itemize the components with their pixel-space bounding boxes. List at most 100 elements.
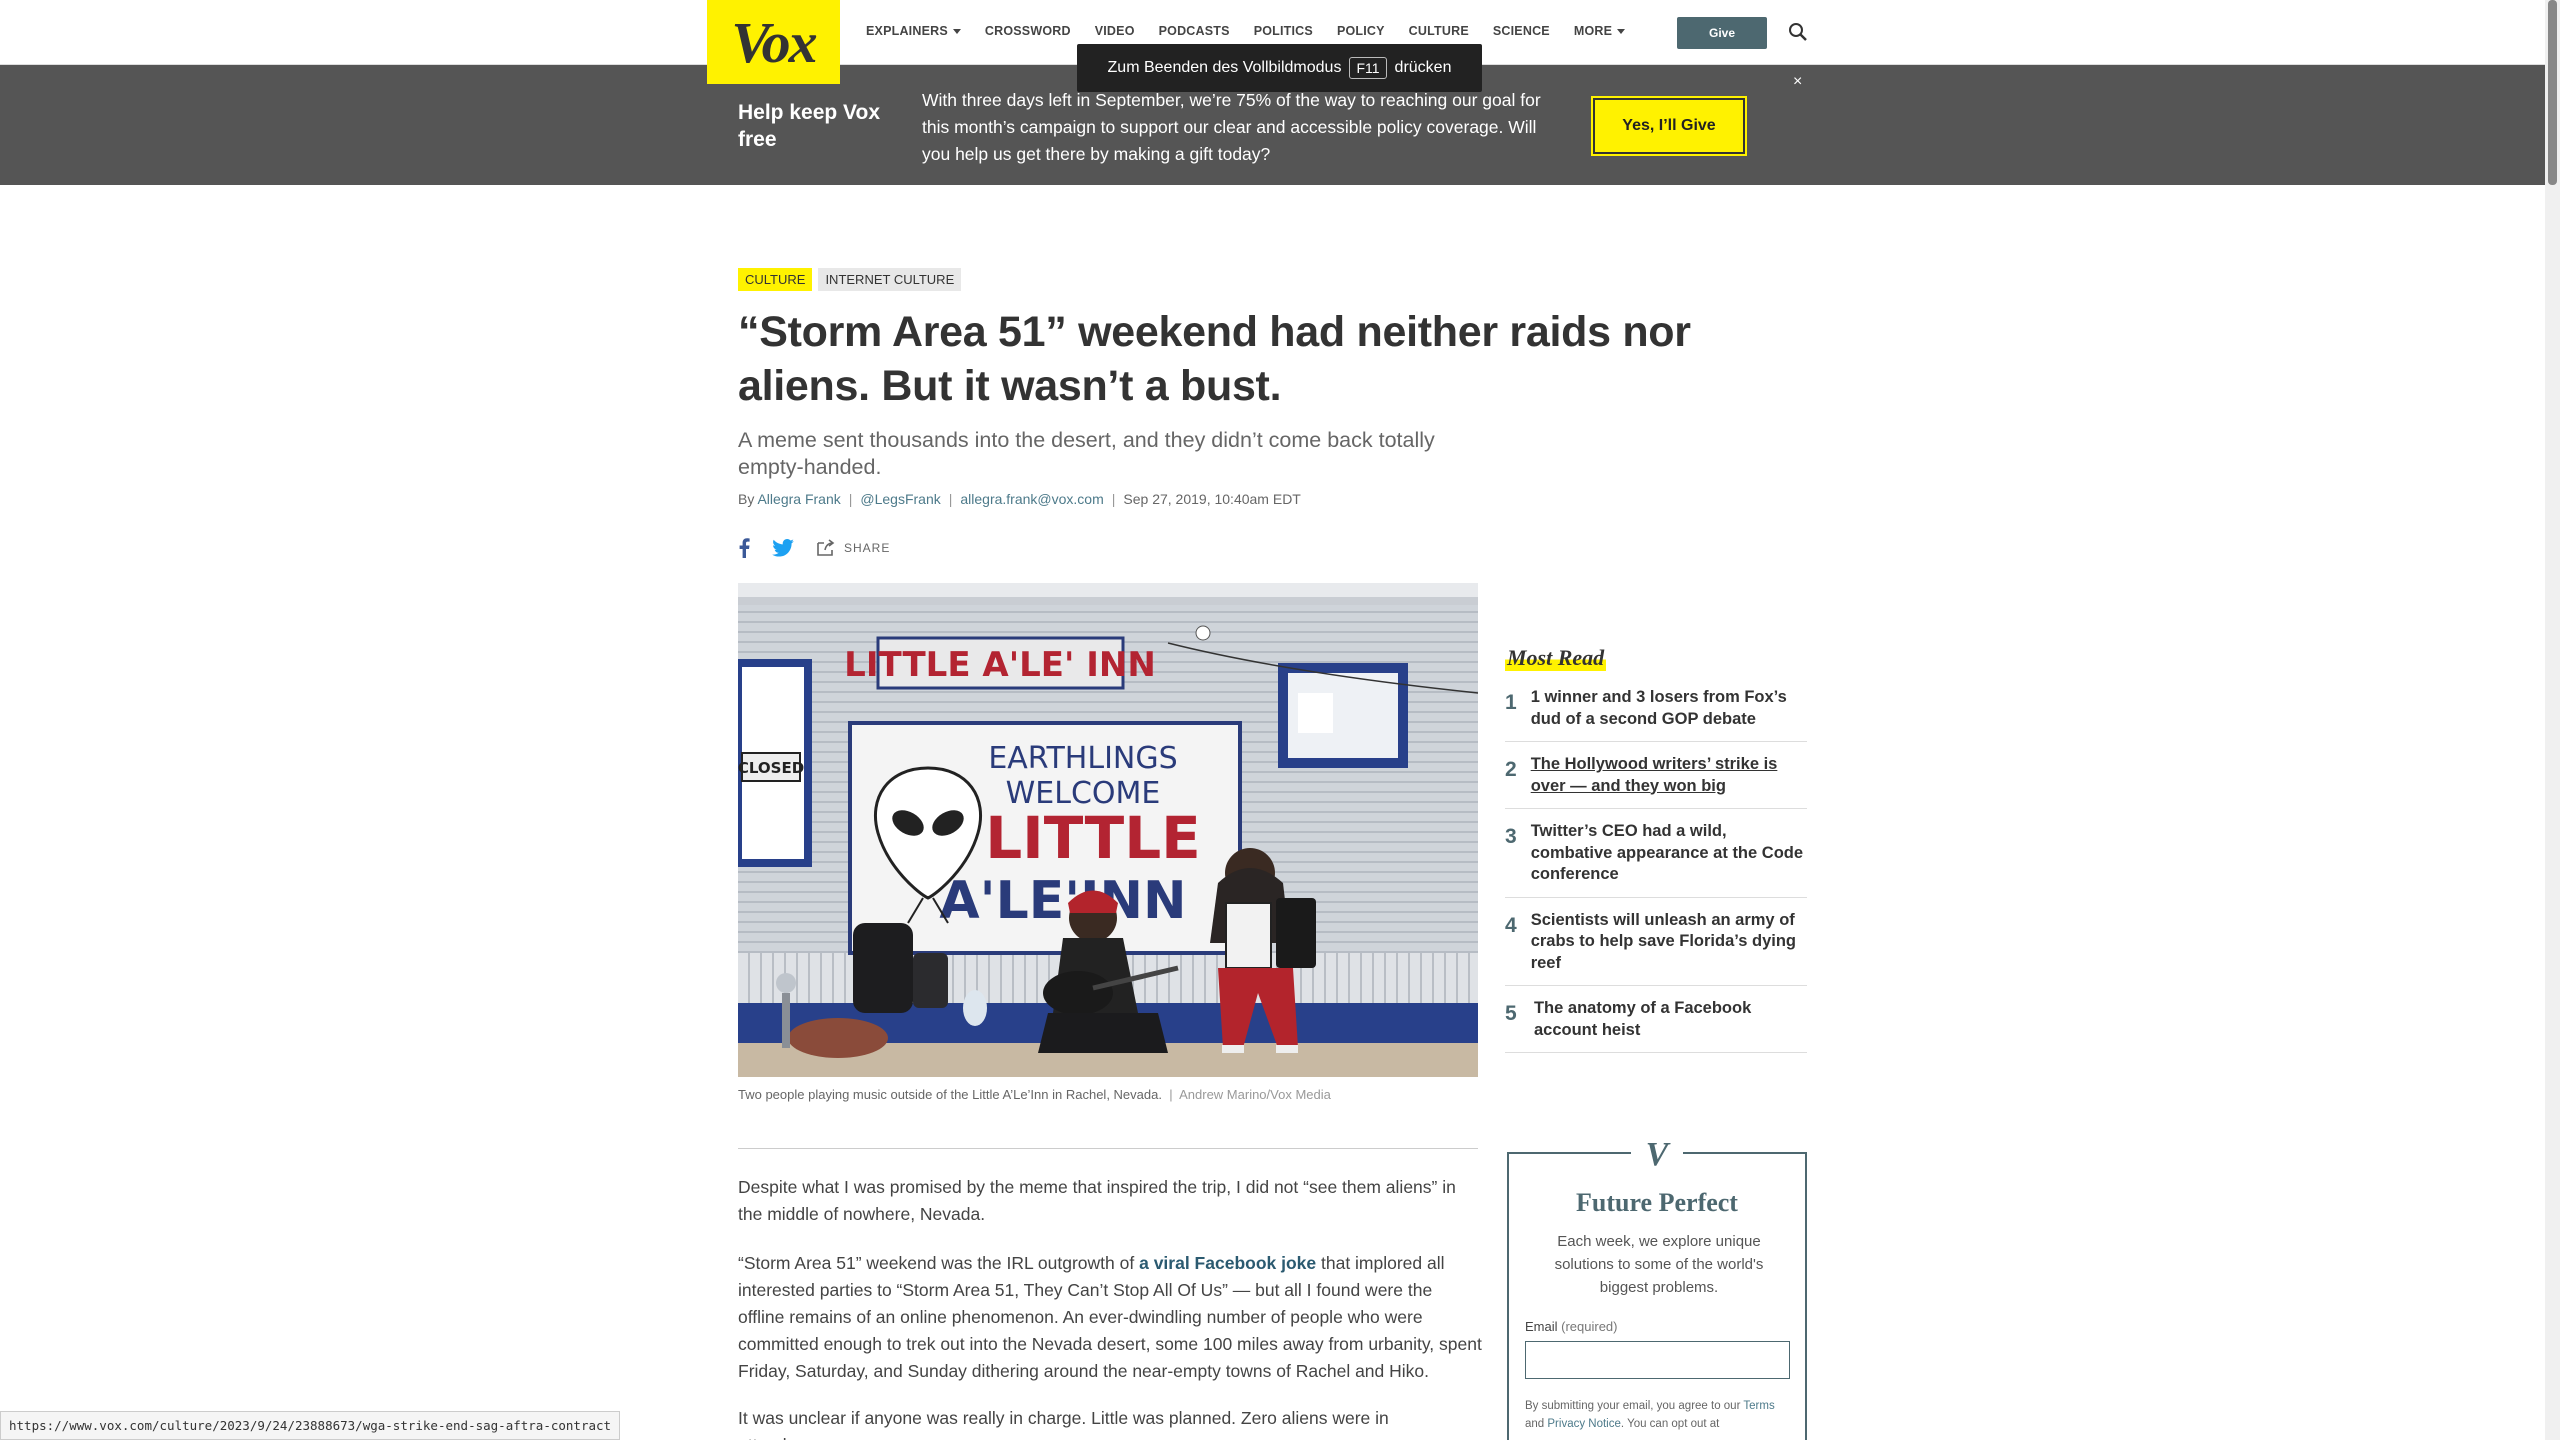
email-input[interactable] (1525, 1341, 1790, 1379)
newsletter-fineprint: By submitting your email, you agree to o… (1525, 1397, 1793, 1433)
share-row: SHARE (738, 538, 890, 558)
hero-photo: LITTLE A'LE' INN CLOSED EARTHLINGS WELCO… (738, 583, 1478, 1077)
tag-culture[interactable]: CULTURE (738, 268, 813, 291)
author-email-link[interactable]: allegra.frank@vox.com (960, 491, 1103, 507)
most-read-number: 4 (1505, 913, 1517, 937)
sign-top-text: LITTLE A'LE' INN (844, 645, 1156, 685)
caption-separator: | (1165, 1087, 1177, 1102)
share-label: SHARE (844, 541, 891, 555)
nav-item-podcasts[interactable]: PODCASTS (1159, 24, 1230, 38)
caption-credit: Andrew Marino/Vox Media (1179, 1087, 1331, 1102)
logo-text: Vox (731, 9, 817, 75)
terms-link[interactable]: Terms (1743, 1400, 1774, 1412)
image-caption: Two people playing music outside of the … (738, 1087, 1331, 1102)
nav-item-explainers[interactable]: EXPLAINERS (866, 24, 961, 38)
viral-facebook-joke-link[interactable]: a viral Facebook joke (1139, 1253, 1316, 1273)
nav-item-politics[interactable]: POLITICS (1254, 24, 1313, 38)
most-read-title: Most Read (1505, 645, 1607, 671)
vox-v-logo: V (1631, 1136, 1683, 1173)
article-dek: A meme sent thousands into the desert, a… (738, 428, 1435, 479)
most-read-number: 1 (1505, 691, 1517, 714)
article-divider (738, 1148, 1478, 1149)
p2-before: “Storm Area 51” weekend was the IRL outg… (738, 1253, 1140, 1273)
article-headline: “Storm Area 51” weekend had neither raid… (738, 308, 1691, 410)
nav-item-label: SCIENCE (1492, 24, 1550, 38)
publish-date: Sep 27, 2019, 10:40am EDT (1123, 491, 1301, 507)
newsletter-description: Each week, we explore unique solutions t… (1554, 1233, 1764, 1296)
search-icon[interactable] (1788, 22, 1808, 42)
hero-image: LITTLE A'LE' INN CLOSED EARTHLINGS WELCO… (738, 583, 1478, 1077)
paragraph-3: It was unclear if anyone was really in c… (738, 1408, 1389, 1440)
most-read-list: 1 1 winner and 3 losers from Fox’s dud of… (1505, 675, 1807, 1053)
sign-line3: LITTLE (985, 804, 1201, 872)
required-text: (required) (1561, 1319, 1618, 1334)
fine-c: . You can opt out at (1620, 1418, 1720, 1430)
give-button[interactable]: Give (1677, 17, 1767, 49)
closed-sign-text: CLOSED (738, 759, 804, 777)
yes-give-button[interactable]: Yes, I’ll Give (1591, 96, 1747, 156)
page-scrollbar[interactable] (2545, 0, 2560, 1440)
nav-item-more[interactable]: MORE (1573, 24, 1626, 38)
most-read-item[interactable]: 5 The anatomy of a Facebook account heist (1505, 986, 1807, 1053)
most-read-headline[interactable]: The anatomy of a Facebook account heist (1534, 998, 1807, 1041)
nav-item-science[interactable]: SCIENCE (1493, 24, 1550, 38)
caret-down-icon (1617, 28, 1626, 34)
newsletter-title: Future Perfect (1576, 1188, 1738, 1217)
article-tags: CULTURE INTERNET CULTURE (738, 268, 962, 291)
paragraph-1: Despite what I was promised by the meme … (738, 1177, 1456, 1224)
page: EXPLAINERS CROSSWORD VIDEO PODCASTS POLITICS… (0, 0, 2560, 1440)
scroll-thumb[interactable] (2548, 0, 2557, 185)
fine-a: By submitting your email, you agree to o… (1525, 1400, 1744, 1412)
fine-b: and (1525, 1418, 1548, 1430)
byline-separator: | (948, 491, 953, 507)
privacy-link[interactable]: Privacy Notice (1547, 1418, 1621, 1430)
nav-item-label: POLITICS (1253, 24, 1313, 38)
nav-item-crossword[interactable]: CROSSWORD (985, 24, 1071, 38)
nav-item-culture[interactable]: CULTURE (1409, 24, 1469, 38)
facebook-icon[interactable] (738, 538, 750, 558)
sign-line4: A'LE'INN (939, 871, 1186, 931)
banner-title: Help keep Vox free (738, 101, 880, 151)
most-read-headline[interactable]: Twitter’s CEO had a wild, combative appe… (1531, 821, 1807, 886)
banner-close-icon[interactable]: × (1793, 73, 1802, 91)
most-read-headline[interactable]: The Hollywood writers’ strike is over — … (1531, 754, 1807, 797)
nav-item-label: MORE (1573, 24, 1613, 38)
most-read-item[interactable]: 4 Scientists will unleash an army of crab… (1505, 898, 1807, 986)
nav-links: EXPLAINERS CROSSWORD VIDEO PODCASTS POLITICS… (866, 24, 1626, 38)
byline-by: By (738, 491, 755, 507)
twitter-icon[interactable] (772, 539, 794, 557)
nav-item-label: EXPLAINERS (866, 24, 948, 38)
byline: By Allegra Frank | @LegsFrank | allegra.… (738, 491, 1301, 507)
byline-separator: | (848, 491, 853, 507)
most-read-item[interactable]: 1 1 winner and 3 losers from Fox’s dud of… (1505, 675, 1807, 742)
share-button[interactable]: SHARE (816, 539, 890, 557)
f11-key: F11 (1349, 57, 1387, 79)
nav-item-video[interactable]: VIDEO (1095, 24, 1135, 38)
most-read-headline[interactable]: Scientists will unleash an army of crabs… (1531, 910, 1807, 975)
most-read-item[interactable]: 2 The Hollywood writers’ strike is over —… (1505, 742, 1807, 809)
fullscreen-text-before: Zum Beenden des Vollbildmodus (1107, 59, 1342, 76)
caption-text: Two people playing music outside of the … (738, 1087, 1162, 1102)
author-link[interactable]: Allegra Frank (757, 491, 840, 507)
nav-item-label: POLICY (1336, 24, 1385, 38)
fullscreen-notice: Zum Beenden des Vollbildmodus F11 drücke… (1077, 44, 1482, 92)
link-status-bar: https://www.vox.com/culture/2023/9/24/23… (0, 1411, 621, 1440)
nav-item-policy[interactable]: POLICY (1337, 24, 1385, 38)
byline-separator: | (1111, 491, 1116, 507)
share-icon (817, 539, 835, 556)
most-read-number: 5 (1505, 1002, 1517, 1025)
most-read-number: 3 (1505, 825, 1517, 848)
nav-item-label: VIDEO (1094, 24, 1135, 38)
vox-logo[interactable]: Vox (707, 0, 840, 84)
nav-item-label: CROSSWORD (984, 24, 1071, 38)
most-read-headline[interactable]: 1 winner and 3 losers from Fox’s dud of … (1531, 687, 1807, 730)
tag-internet-culture[interactable]: INTERNET CULTURE (818, 268, 962, 291)
author-twitter-link[interactable]: @LegsFrank (860, 491, 940, 507)
email-label: Email (required) (1525, 1319, 1618, 1334)
fullscreen-text-after: drücken (1394, 59, 1452, 76)
newsletter-signup: V Future Perfect Each week, we explore u… (1507, 1136, 1807, 1440)
nav-item-label: PODCASTS (1158, 24, 1230, 38)
most-read-number: 2 (1505, 758, 1517, 781)
caret-down-icon (952, 28, 961, 34)
most-read-item[interactable]: 3 Twitter’s CEO had a wild, combative app… (1505, 809, 1807, 898)
